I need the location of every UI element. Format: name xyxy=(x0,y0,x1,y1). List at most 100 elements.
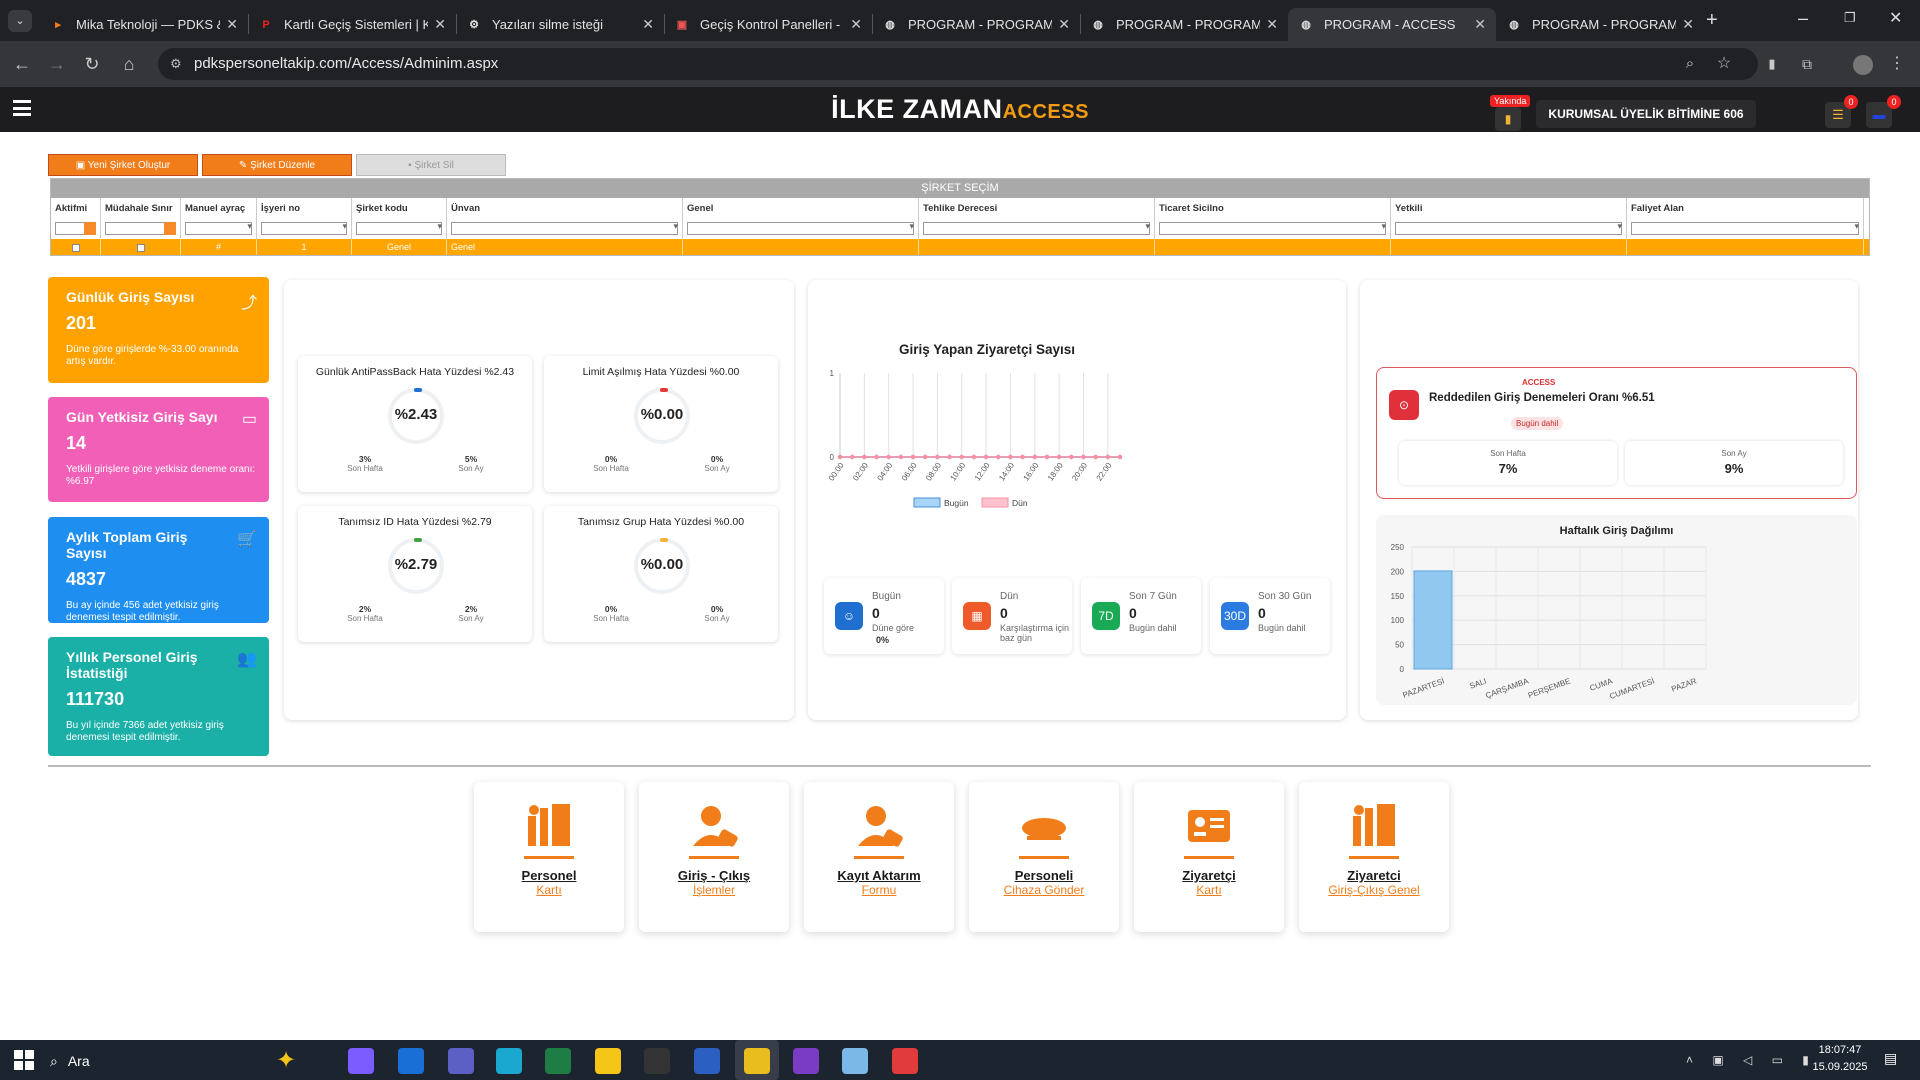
reload-icon[interactable]: ↻ xyxy=(80,52,104,76)
grid-column-header[interactable]: Genel xyxy=(683,198,919,219)
tab-close-icon[interactable]: ✕ xyxy=(1058,16,1070,33)
tab-search-button[interactable]: ⌄ xyxy=(8,10,32,32)
quick-access-tile[interactable]: Personel Kartı xyxy=(474,782,624,932)
filter-funnel-icon[interactable]: ▾ xyxy=(342,221,347,232)
browser-tab[interactable]: ⚙ Yazıları silme isteği ✕ xyxy=(456,8,664,41)
puzzle-icon[interactable]: ⧉ xyxy=(1795,52,1819,76)
windows-start-icon[interactable] xyxy=(14,1050,34,1070)
filter-input[interactable] xyxy=(1159,222,1386,235)
tab-close-icon[interactable]: ✕ xyxy=(1682,16,1694,33)
filter-funnel-icon[interactable]: ▾ xyxy=(1854,221,1859,232)
grid-column-header[interactable]: Şirket kodu xyxy=(352,198,447,219)
visual-studio-icon[interactable] xyxy=(793,1048,819,1074)
quick-access-tile[interactable]: Personeli Cihaza Gönder xyxy=(969,782,1119,932)
filter-funnel-icon[interactable]: ▾ xyxy=(673,221,678,232)
menu-dots-icon[interactable]: ⋮ xyxy=(1885,52,1909,76)
new-tab-button[interactable]: + xyxy=(1706,9,1718,32)
soon-feature-button[interactable]: ▮ xyxy=(1495,107,1521,131)
close-window-button[interactable]: ✕ xyxy=(1889,8,1902,28)
profile-avatar[interactable] xyxy=(1853,55,1873,75)
filter-input[interactable] xyxy=(185,222,252,235)
restore-button[interactable]: ❐ xyxy=(1844,10,1856,26)
extension-icon[interactable]: ▮ xyxy=(1760,52,1784,76)
filter-input[interactable] xyxy=(1395,222,1622,235)
taskbar-search[interactable]: ⌕ Ara xyxy=(50,1048,180,1074)
bookmark-star-icon[interactable]: ☆ xyxy=(1712,52,1736,76)
quick-access-tile[interactable]: Kayıt Aktarım Formu xyxy=(804,782,954,932)
zoom-icon[interactable]: ⌕ xyxy=(1678,52,1702,76)
filter-funnel-icon[interactable]: ▾ xyxy=(909,221,914,232)
grid-column-header[interactable]: Müdahale Sınır xyxy=(101,198,181,219)
filter-input[interactable] xyxy=(261,222,347,235)
grid-checkbox[interactable] xyxy=(136,243,145,252)
copilot-app-icon[interactable] xyxy=(348,1048,374,1074)
filter-input[interactable] xyxy=(923,222,1150,235)
url-bar[interactable]: ⚙ pdkspersoneltakip.com/Access/Adminim.a… xyxy=(158,48,1758,80)
new-company-button[interactable]: ▣ Yeni Şirket Oluştur xyxy=(48,154,198,176)
tab-close-icon[interactable]: ✕ xyxy=(434,16,446,33)
tab-close-icon[interactable]: ✕ xyxy=(850,16,862,33)
grid-column-header[interactable]: Manuel ayraç xyxy=(181,198,257,219)
filter-funnel-icon[interactable]: ▾ xyxy=(247,221,252,232)
grid-column-header[interactable]: Aktifmi xyxy=(51,198,101,219)
delete-company-button[interactable]: ▪ Şirket Sil xyxy=(356,154,506,176)
teams-icon[interactable] xyxy=(448,1048,474,1074)
remote-app-icon[interactable] xyxy=(892,1048,918,1074)
grid-column-header[interactable]: Ünvan xyxy=(447,198,683,219)
browser-tab[interactable]: ◍ PROGRAM - PROGRAM ✕ xyxy=(872,8,1080,41)
quick-access-tile[interactable]: Ziyaretçi Kartı xyxy=(1134,782,1284,932)
tab-close-icon[interactable]: ✕ xyxy=(1266,16,1278,33)
filter-funnel-icon[interactable]: ▾ xyxy=(1145,221,1150,232)
filter-funnel-icon[interactable]: ▾ xyxy=(1617,221,1622,232)
browser-tab[interactable]: ▸ Mika Teknoloji — PDKS & ✕ xyxy=(40,8,248,41)
grid-column-header[interactable]: Yetkili xyxy=(1391,198,1627,219)
error-gauge-card: Tanımsız ID Hata Yüzdesi %2.79 %2.79 2% Son… xyxy=(298,506,532,642)
quick-access-tile[interactable]: Ziyaretci Giriş-Çıkış Genel xyxy=(1299,782,1449,932)
filter-input[interactable] xyxy=(687,222,914,235)
browser-tab[interactable]: P Kartlı Geçiş Sistemleri | Ka ✕ xyxy=(248,8,456,41)
edit-company-button[interactable]: ✎ Şirket Düzenle xyxy=(202,154,352,176)
tab-close-icon[interactable]: ✕ xyxy=(642,16,654,33)
notes-icon[interactable] xyxy=(842,1048,868,1074)
home-icon[interactable]: ⌂ xyxy=(117,52,141,76)
gauge-indicator xyxy=(414,538,422,542)
stat-card[interactable]: Yıllık Personel Giriş İstatistiği 111730 B… xyxy=(48,637,269,756)
stat-card[interactable]: Aylık Toplam Giriş Sayısı 4837 Bu ay içind… xyxy=(48,517,269,623)
tab-close-icon[interactable]: ✕ xyxy=(226,16,238,33)
minimize-button[interactable]: – xyxy=(1798,8,1808,29)
filter-input[interactable] xyxy=(356,222,442,235)
filter-dropdown-icon[interactable] xyxy=(164,222,176,235)
browser-tab[interactable]: ▣ Geçiş Kontrol Panelleri - P ✕ xyxy=(664,8,872,41)
browser-tab[interactable]: ◍ PROGRAM - ACCESS ✕ xyxy=(1288,8,1496,41)
grid-column-header[interactable]: Ticaret Sicilno xyxy=(1155,198,1391,219)
copilot-sparkle-icon[interactable]: ✦ xyxy=(276,1046,296,1075)
filter-input[interactable] xyxy=(1631,222,1859,235)
filter-funnel-icon[interactable]: ▾ xyxy=(1381,221,1386,232)
legend-label: Dün xyxy=(1012,498,1028,508)
system-tray[interactable]: ˄ ▣ ◁ ▭ ▮ xyxy=(1686,1053,1817,1067)
site-info-icon[interactable]: ⚙ xyxy=(170,48,182,80)
table-row[interactable]: #1 Genel Genel xyxy=(51,239,1869,255)
outlook-icon[interactable] xyxy=(398,1048,424,1074)
browser-tab[interactable]: ◍ PROGRAM - PROGRAM ✕ xyxy=(1080,8,1288,41)
grid-column-header[interactable]: Faliyet Alan xyxy=(1627,198,1864,219)
browser-tab[interactable]: ◍ PROGRAM - PROGRAM ✕ xyxy=(1496,8,1704,41)
file-manager-icon[interactable] xyxy=(595,1048,621,1074)
terminal-icon[interactable] xyxy=(644,1048,670,1074)
quick-access-tile[interactable]: Giriş - Çıkış İşlemler xyxy=(639,782,789,932)
word-icon[interactable] xyxy=(694,1048,720,1074)
stat-card[interactable]: Günlük Giriş Sayısı 201 Düne göre girişler… xyxy=(48,277,269,383)
back-icon[interactable]: ← xyxy=(10,52,34,76)
edge-icon[interactable] xyxy=(496,1048,522,1074)
grid-column-header[interactable]: Tehlike Derecesi xyxy=(919,198,1155,219)
stat-card[interactable]: Gün Yetkisiz Giriş Sayı 14 Yetkili girişle… xyxy=(48,397,269,502)
filter-dropdown-icon[interactable] xyxy=(84,222,96,235)
tab-close-icon[interactable]: ✕ xyxy=(1474,16,1486,33)
forward-icon[interactable]: → xyxy=(45,52,69,76)
filter-input[interactable] xyxy=(451,222,678,235)
filter-funnel-icon[interactable]: ▾ xyxy=(437,221,442,232)
notification-center-icon[interactable]: ▤ xyxy=(1884,1050,1897,1067)
grid-column-header[interactable]: İşyeri no xyxy=(257,198,352,219)
grid-checkbox[interactable] xyxy=(71,243,80,252)
excel-icon[interactable] xyxy=(545,1048,571,1074)
